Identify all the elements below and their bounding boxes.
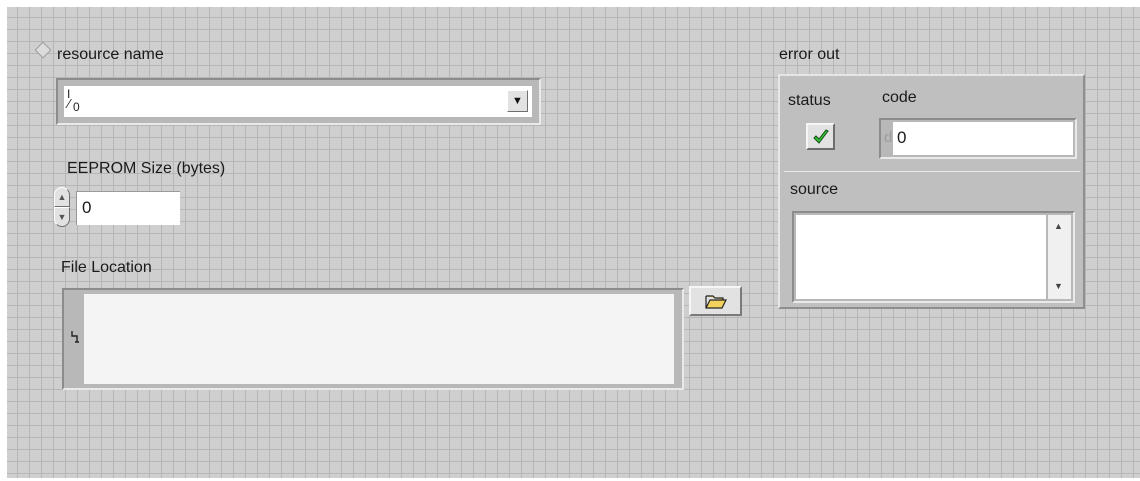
- file-location-control[interactable]: [62, 288, 684, 390]
- file-location-input[interactable]: [84, 294, 674, 384]
- increment-button[interactable]: ▲: [54, 187, 70, 207]
- front-panel: resource name I ⁄ 0 ▼ EEPROM Size (bytes…: [7, 7, 1140, 478]
- io-name-glyph-icon: I ⁄ 0: [67, 87, 80, 114]
- source-label: source: [790, 181, 839, 198]
- resource-dropdown-button[interactable]: ▼: [507, 90, 528, 112]
- file-location-label: File Location: [61, 259, 152, 276]
- code-label: code: [882, 89, 917, 106]
- resource-name-control[interactable]: I ⁄ 0 ▼: [56, 78, 541, 125]
- check-mark-icon: [812, 128, 829, 144]
- scroll-up-arrow-icon[interactable]: ▲: [1054, 221, 1063, 231]
- path-glyph-icon: [70, 330, 80, 344]
- scroll-down-arrow-icon[interactable]: ▼: [1054, 281, 1063, 291]
- decrement-button[interactable]: ▼: [54, 207, 70, 227]
- code-control: 0 d: [879, 118, 1077, 159]
- folder-open-icon: [704, 295, 727, 309]
- dropdown-arrow-icon: ▼: [512, 95, 523, 107]
- eeprom-size-label: EEPROM Size (bytes): [67, 160, 226, 177]
- browse-button[interactable]: [689, 286, 742, 316]
- source-control: ▲ ▼: [792, 211, 1075, 303]
- origin-marker: [34, 41, 52, 59]
- resource-name-input[interactable]: [64, 86, 532, 117]
- error-out-label: error out: [779, 46, 840, 63]
- arrow-down-icon: ▼: [57, 212, 67, 222]
- status-label: status: [788, 92, 831, 109]
- eeprom-size-input[interactable]: 0: [76, 191, 180, 225]
- source-display: [796, 215, 1046, 299]
- status-indicator: [806, 123, 835, 150]
- arrow-up-icon: ▲: [57, 192, 67, 202]
- code-display: 0: [893, 122, 1073, 155]
- code-type-prefix: d: [884, 129, 893, 146]
- eeprom-size-value: 0: [82, 198, 92, 217]
- cluster-divider: [784, 171, 1080, 172]
- resource-name-label: resource name: [57, 46, 164, 63]
- error-out-cluster: status code 0 d source ▲ ▼: [778, 74, 1085, 309]
- source-scrollbar[interactable]: ▲ ▼: [1048, 215, 1071, 299]
- code-value: 0: [897, 128, 907, 147]
